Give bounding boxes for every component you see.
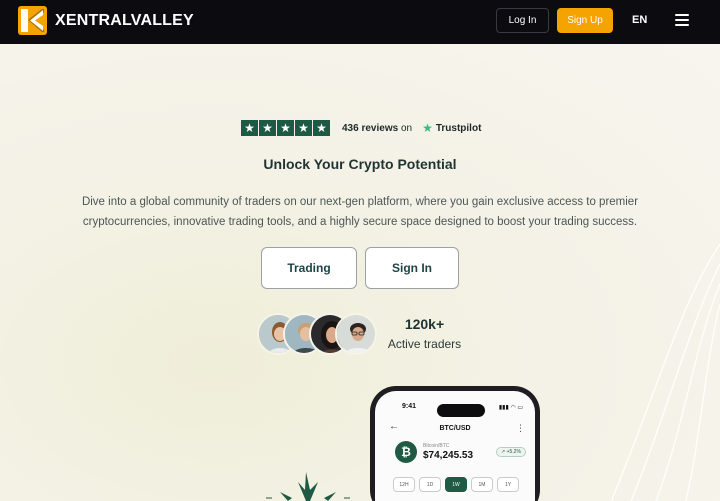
hero-headline: Unlock Your Crypto Potential <box>263 156 457 172</box>
top-navbar: XENTRALVALLEY Log In Sign Up EN <box>0 0 720 44</box>
language-selector[interactable]: EN <box>632 14 647 26</box>
trustpilot-rating[interactable]: ★ ★ ★ ★ ★ 436 reviews on ★ Trustpilot <box>241 120 481 136</box>
trustpilot-logo: ★ Trustpilot <box>422 121 482 135</box>
star-icon: ★ <box>259 120 276 136</box>
brand-logo[interactable]: XENTRALVALLEY <box>18 6 194 35</box>
signin-button[interactable]: Sign In <box>365 247 459 289</box>
price-change-badge: ↗ +5.2% <box>496 447 526 457</box>
star-icon: ★ <box>241 120 258 136</box>
time-range-tabs: 12H 1D 1W 1M 1Y <box>393 477 519 492</box>
star-icon: ★ <box>295 120 312 136</box>
brand-name: XENTRALVALLEY <box>55 11 194 29</box>
star-icon: ★ <box>277 120 294 136</box>
star-icon: ★ <box>313 120 330 136</box>
signup-button[interactable]: Sign Up <box>557 8 613 33</box>
trustpilot-star-icon: ★ <box>422 121 433 135</box>
hero-section <box>0 44 720 501</box>
range-tab: 1M <box>471 477 493 492</box>
range-tab: 1D <box>419 477 441 492</box>
more-options-icon: ⋮ <box>516 423 525 433</box>
phone-screen: 9:41 ▮▮▮ ◠ ▭ ← BTC/USD ⋮ ₿ Bitcoin/BTC $… <box>375 391 535 501</box>
trader-avatars <box>257 313 379 356</box>
bitcoin-icon: ₿ <box>395 441 417 463</box>
trading-button[interactable]: Trading <box>261 247 357 289</box>
phone-mockup: 9:41 ▮▮▮ ◠ ▭ ← BTC/USD ⋮ ₿ Bitcoin/BTC $… <box>370 386 540 501</box>
dynamic-island <box>437 404 485 417</box>
traders-count: 120k+ <box>404 316 445 332</box>
plant-decoration <box>266 472 350 501</box>
range-tab: 1Y <box>497 477 519 492</box>
coin-subtitle: Bitcoin/BTC <box>423 443 450 449</box>
status-time: 9:41 <box>402 403 417 410</box>
hero-description: Dive into a global community of traders … <box>81 196 639 228</box>
traders-label: Active traders <box>387 337 462 351</box>
login-button[interactable]: Log In <box>496 8 549 33</box>
range-tab-active: 1W <box>445 477 467 492</box>
avatar <box>335 313 377 355</box>
hamburger-menu-icon[interactable] <box>675 14 689 26</box>
decorative-curves <box>610 244 720 501</box>
active-traders-stat: 120k+ Active traders <box>386 316 463 351</box>
range-tab: 12H <box>393 477 415 492</box>
coin-price: $74,245.53 <box>423 450 474 461</box>
brand-logo-icon <box>18 6 47 35</box>
status-icons: ▮▮▮ ◠ ▭ <box>498 405 523 411</box>
reviews-count: 436 reviews on <box>342 122 413 134</box>
rating-stars: ★ ★ ★ ★ ★ <box>241 120 330 136</box>
pair-title: BTC/USD <box>439 425 471 432</box>
